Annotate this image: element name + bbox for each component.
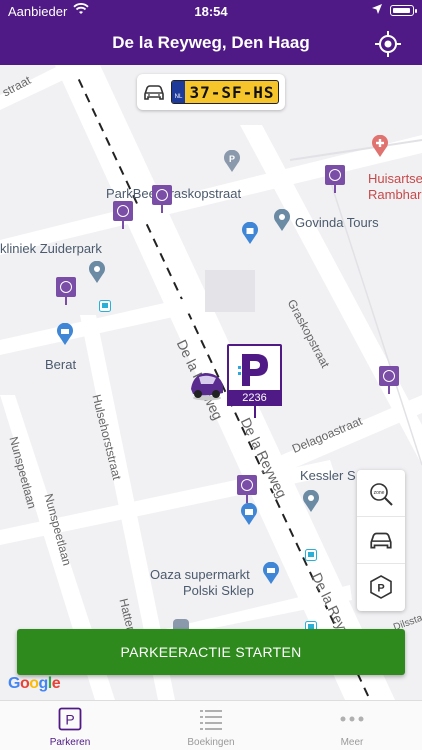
parking-tab-icon: P [58, 707, 82, 731]
parking-meter-marker[interactable] [113, 201, 133, 229]
parking-meter-marker[interactable] [152, 185, 172, 213]
clock: 18:54 [194, 4, 228, 19]
tab-label: Parkeren [49, 737, 91, 748]
zone-search-icon: zone [370, 483, 393, 506]
tab-parkeren[interactable]: P Parkeren [0, 701, 140, 750]
car-icon [144, 85, 164, 100]
tab-bar: P Parkeren Boekingen Meer [0, 700, 422, 750]
tab-boekingen[interactable]: Boekingen [141, 701, 281, 750]
map-tools: zone P [357, 470, 405, 611]
medical-pin-icon[interactable] [371, 135, 389, 157]
location-arrow-icon [372, 4, 382, 14]
map-label-govinda: Govinda Tours [295, 215, 379, 230]
plate-country: NL [172, 81, 185, 103]
map-label-berat: Berat [45, 357, 77, 372]
svg-text:zone: zone [374, 490, 385, 496]
place-pin-icon[interactable] [88, 261, 106, 283]
parking-logo-icon [238, 354, 268, 386]
map-view[interactable]: ParkBee Graskopstraat Govinda Tours klin… [0, 65, 422, 700]
store-pin-icon[interactable] [240, 503, 258, 525]
zone-search-button[interactable]: zone [357, 470, 405, 517]
svg-text:P: P [65, 712, 74, 728]
plate-number: 37-SF-HS [189, 83, 275, 102]
parking-meter-marker[interactable] [379, 366, 399, 394]
map-label-zuiderpark: kliniek Zuiderpark [0, 241, 102, 256]
shopping-cart-pin-icon[interactable] [262, 562, 280, 584]
vehicle-position-icon[interactable] [187, 367, 227, 401]
svg-text:P: P [377, 583, 384, 595]
bus-stop-icon[interactable] [305, 549, 317, 561]
parking-meter-marker[interactable] [56, 277, 76, 305]
map-label-oaza-2: Polski Sklep [183, 583, 254, 598]
svg-text:P: P [229, 154, 235, 164]
shopping-pin-icon[interactable] [241, 222, 259, 244]
locate-me-icon[interactable] [374, 30, 402, 58]
car-icon [370, 532, 392, 549]
page-title: De la Reyweg, Den Haag [112, 33, 310, 52]
tab-label: Boekingen [187, 737, 235, 748]
parking-filter-button[interactable]: P [357, 564, 405, 611]
vehicle-filter-button[interactable] [357, 517, 405, 564]
map-label-kessler: Kessler S [300, 468, 356, 483]
list-icon [200, 710, 222, 730]
shopping-cart-pin-icon[interactable] [56, 323, 74, 345]
place-pin-icon[interactable] [302, 490, 320, 512]
selected-parking-zone[interactable]: 2236 [227, 344, 282, 418]
google-logo: Google [8, 675, 61, 692]
map-label-oaza-1: Oaza supermarkt [150, 567, 250, 582]
status-bar: Aanbieder 18:54 [0, 0, 422, 22]
battery-icon [390, 5, 417, 16]
tab-label: Meer [340, 737, 364, 748]
map-label-huisarts-1: Huisartse [368, 171, 422, 186]
vehicle-selector[interactable]: NL 37-SF-HS [137, 74, 285, 110]
bus-stop-icon[interactable] [99, 300, 111, 312]
parking-meter-marker[interactable] [237, 475, 257, 503]
tab-meer[interactable]: Meer [282, 701, 422, 750]
more-dots-icon [340, 716, 364, 722]
map-label-parkbee: ParkBee Graskopstraat [106, 186, 242, 201]
parking-meter-marker[interactable] [325, 165, 345, 193]
top-bar: Aanbieder 18:54 De la Reyweg, Den Haag [0, 0, 422, 65]
travel-pin-icon[interactable] [273, 209, 291, 231]
parking-hexagon-icon: P [370, 575, 392, 599]
parking-pin-icon[interactable]: P [223, 150, 241, 172]
start-parking-button[interactable]: PARKEERACTIE STARTEN [17, 629, 405, 675]
zone-number: 2236 [227, 390, 282, 406]
map-label-huisarts-2: Rambhar [368, 187, 422, 202]
license-plate: NL 37-SF-HS [171, 80, 279, 104]
